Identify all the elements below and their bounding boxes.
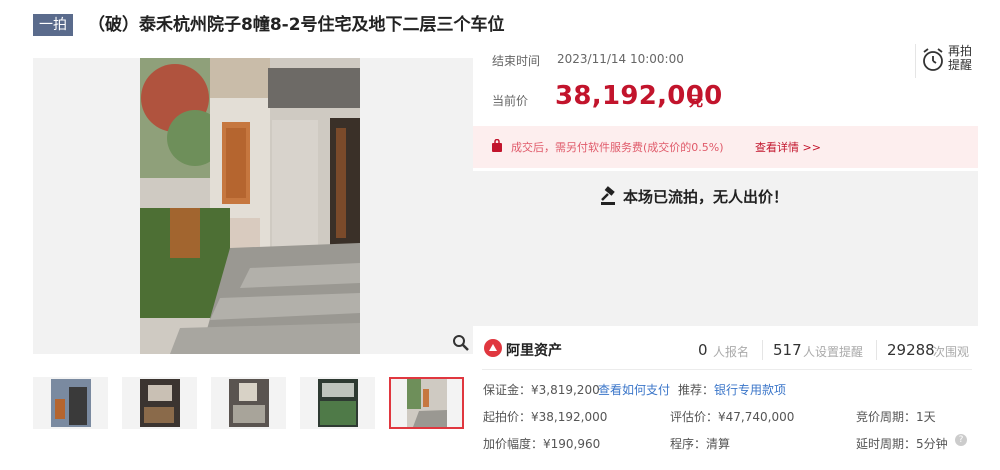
view-count-label: 次围观 <box>933 345 970 359</box>
signup-label: 人报名 <box>713 345 750 359</box>
how-to-pay-link[interactable]: 查看如何支付 <box>598 381 670 398</box>
reminder-count: 517 <box>773 341 802 359</box>
view-count: 29288 <box>887 341 935 359</box>
recommend-label: 推荐： <box>678 383 715 397</box>
reminder-count-label: 人设置提醒 <box>803 345 864 359</box>
property-photo[interactable] <box>140 58 360 354</box>
alarm-clock-icon <box>923 48 943 71</box>
auction-status-text: 本场已流拍，无人出价！ <box>623 188 789 206</box>
current-price-label: 当前价 <box>492 94 529 108</box>
auction-status: 本场已流拍，无人出价！ <box>601 186 789 207</box>
reminder-label: 再拍提醒 <box>948 44 973 72</box>
thumbnail-5-selected[interactable] <box>389 377 464 429</box>
main-image-area[interactable] <box>33 58 473 354</box>
notice-text: 成交后，需另付软件服务费(成交价的0.5%) <box>511 141 724 154</box>
platform-name: 阿里资产 <box>506 343 562 359</box>
procedure: 程序：清算 <box>670 437 731 451</box>
deposit: 保证金：¥3,819,200 <box>483 383 600 397</box>
signup-count: 0 <box>698 341 708 359</box>
page-title: （破）泰禾杭州院子8幢8-2号住宅及地下二层三个车位 <box>88 15 505 35</box>
thumbnail-1[interactable] <box>33 377 108 429</box>
end-time-label: 结束时间 <box>492 54 541 68</box>
price-unit: 元 <box>689 94 703 110</box>
divider-line <box>482 369 972 370</box>
ali-assets-logo-icon <box>484 339 502 357</box>
view-details-link[interactable]: 查看详情 >> <box>755 139 821 155</box>
thumbnail-2[interactable] <box>122 377 197 429</box>
auction-round-tag: 一拍 <box>33 14 73 36</box>
bag-icon <box>492 139 502 152</box>
delay-period: 延时周期：5分钟 <box>856 437 948 451</box>
end-time-value: 2023/11/14 10:00:00 <box>557 52 684 66</box>
auction-status-box: 本场已流拍，无人出价！ <box>473 171 978 326</box>
service-fee-notice: 成交后，需另付软件服务费(成交价的0.5%) 查看详情 >> <box>473 126 978 168</box>
help-icon[interactable]: ? <box>955 434 967 446</box>
bid-increment: 加价幅度：¥190,960 <box>483 437 601 451</box>
thumbnail-3[interactable] <box>211 377 286 429</box>
divider <box>762 340 763 360</box>
bid-period: 竞价周期：1天 <box>856 410 936 424</box>
divider <box>876 340 877 360</box>
zoom-icon[interactable] <box>452 334 470 352</box>
thumbnail-4[interactable] <box>300 377 375 429</box>
bank-payment-link[interactable]: 银行专用款项 <box>714 381 786 398</box>
start-price: 起拍价：¥38,192,000 <box>483 410 608 424</box>
gavel-icon <box>601 186 615 205</box>
re-auction-reminder-button[interactable]: 再拍提醒 <box>915 44 976 78</box>
appraisal-price: 评估价：¥47,740,000 <box>670 410 795 424</box>
